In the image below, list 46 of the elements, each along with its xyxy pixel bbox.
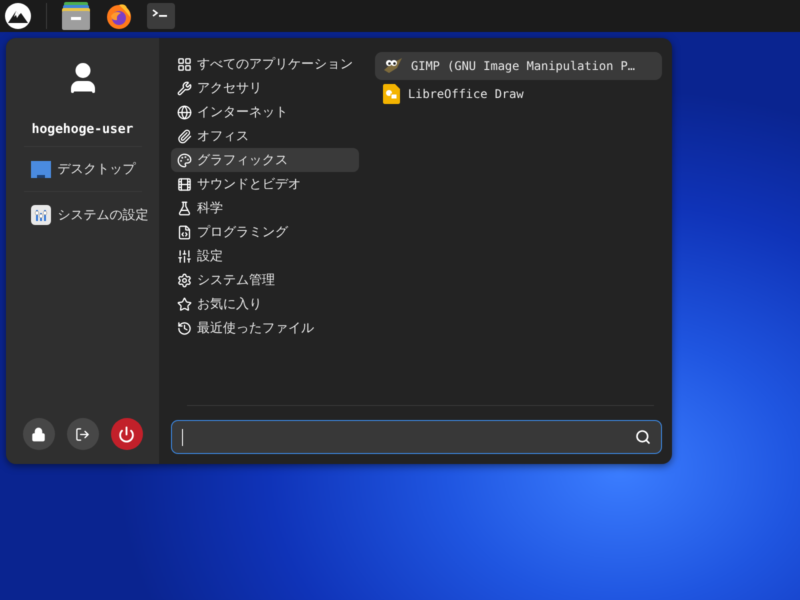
settings-app-icon bbox=[30, 205, 50, 225]
category-item[interactable]: すべてのアプリケーション bbox=[171, 52, 359, 76]
file-cabinet-icon[interactable] bbox=[61, 2, 91, 30]
category-item[interactable]: 科学 bbox=[171, 196, 359, 220]
place-item[interactable]: システムの設定 bbox=[12, 201, 152, 229]
category-item[interactable]: お気に入り bbox=[171, 292, 359, 316]
terminal-icon[interactable] bbox=[147, 3, 175, 29]
category-item[interactable]: プログラミング bbox=[171, 220, 359, 244]
category-item[interactable]: サウンドとビデオ bbox=[171, 172, 359, 196]
mountain-logo-icon[interactable] bbox=[4, 2, 32, 30]
fox-globe-icon[interactable] bbox=[105, 2, 133, 30]
category-icon bbox=[177, 128, 192, 144]
category-icon bbox=[177, 320, 192, 336]
logout-button[interactable] bbox=[66, 418, 98, 450]
desktop-icon bbox=[30, 160, 50, 178]
category-icon bbox=[177, 224, 192, 240]
text-cursor bbox=[182, 428, 183, 446]
category-item[interactable]: システム管理 bbox=[171, 268, 359, 292]
category-item[interactable]: オフィス bbox=[171, 124, 359, 148]
category-item[interactable]: グラフィックス bbox=[171, 148, 359, 172]
search-icon bbox=[635, 429, 651, 445]
power-icon bbox=[118, 426, 135, 442]
lock-button[interactable] bbox=[22, 418, 54, 450]
draw-document-icon bbox=[383, 84, 400, 104]
category-icon bbox=[177, 152, 192, 168]
app-item[interactable]: GIMP (GNU Image Manipulation P… bbox=[375, 52, 662, 80]
category-icon bbox=[177, 200, 192, 216]
power-button[interactable] bbox=[110, 418, 142, 450]
category-icon bbox=[177, 296, 192, 312]
category-icon bbox=[177, 176, 192, 192]
category-icon bbox=[177, 56, 192, 72]
category-icon bbox=[177, 272, 192, 288]
gimp-icon bbox=[383, 57, 403, 75]
place-item[interactable]: デスクトップ bbox=[12, 156, 152, 182]
lock-icon bbox=[31, 426, 46, 442]
category-icon bbox=[177, 80, 192, 96]
category-item[interactable]: 最近使ったファイル bbox=[171, 316, 359, 340]
logout-icon bbox=[75, 426, 90, 442]
category-item[interactable]: アクセサリ bbox=[171, 76, 359, 100]
app-item[interactable]: LibreOffice Draw bbox=[375, 80, 662, 108]
search-field[interactable] bbox=[171, 420, 662, 454]
category-item[interactable]: 設定 bbox=[171, 244, 359, 268]
user-name: hogehoge-user bbox=[32, 122, 134, 137]
category-icon bbox=[177, 248, 192, 264]
category-icon bbox=[177, 104, 192, 120]
category-item[interactable]: インターネット bbox=[171, 100, 359, 124]
